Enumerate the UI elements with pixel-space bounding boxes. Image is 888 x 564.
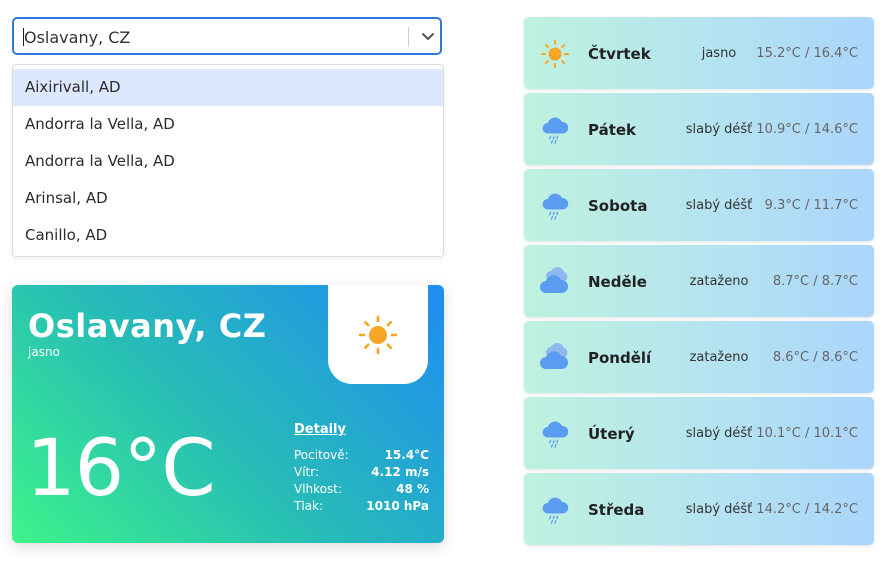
city-options-dropdown: Aixirivall, AD Andorra la Vella, AD Ando… xyxy=(12,64,444,257)
forecast-day: Pondělí zataženo 8.6°C / 8.6°C xyxy=(524,321,874,393)
forecast-day-name: Středa xyxy=(588,501,645,519)
forecast-temperature-range: 15.2°C / 16.4°C xyxy=(756,46,858,61)
detail-row-wind: Vítr: 4.12 m/s xyxy=(294,464,429,481)
city-search-input[interactable]: Oslavany, CZ xyxy=(24,28,130,47)
forecast-description: slabý déšť xyxy=(685,198,753,213)
forecast-day-name: Pátek xyxy=(588,121,637,139)
current-description: jasno xyxy=(28,345,60,359)
detail-row-feels-like: Pocitově: 15.4°C xyxy=(294,447,429,464)
city-option[interactable]: Canillo, AD xyxy=(13,217,443,254)
forecast-day-name: Pondělí xyxy=(588,349,652,367)
forecast-day: Pátek slabý déšť 10.9°C / 14.6°C xyxy=(524,93,874,165)
sun-icon xyxy=(541,40,569,68)
detail-label: Vítr: xyxy=(294,465,320,479)
current-weather-card: Oslavany, CZ jasno 16°C Detaily Pocitově… xyxy=(12,285,444,543)
current-icon-box xyxy=(328,285,428,384)
forecast-day-name: Neděle xyxy=(588,273,647,291)
forecast-temperature-range: 9.3°C / 11.7°C xyxy=(764,198,858,213)
chevron-down-icon[interactable] xyxy=(417,25,439,49)
current-temperature: 16°C xyxy=(26,424,216,514)
details-panel: Detaily Pocitově: 15.4°C Vítr: 4.12 m/s … xyxy=(294,422,429,515)
detail-value: 1010 hPa xyxy=(366,499,429,513)
forecast-day: Úterý slabý déšť 10.1°C / 10.1°C xyxy=(524,397,874,469)
forecast-temperature-range: 10.9°C / 14.6°C xyxy=(756,122,858,137)
current-city-title: Oslavany, CZ xyxy=(28,307,267,345)
forecast-temperature-range: 14.2°C / 14.2°C xyxy=(756,502,858,517)
forecast-day-name: Sobota xyxy=(588,197,648,215)
overcast-cloud-icon xyxy=(540,267,569,293)
forecast-day: Čtvrtek jasno 15.2°C / 16.4°C xyxy=(524,17,874,89)
forecast-list: Čtvrtek jasno 15.2°C / 16.4°C Pátek slab… xyxy=(524,17,874,549)
city-option[interactable]: Arinsal, AD xyxy=(13,180,443,217)
forecast-description: zataženo xyxy=(689,350,749,365)
select-separator xyxy=(408,27,409,47)
forecast-day: Středa slabý déšť 14.2°C / 14.2°C xyxy=(524,473,874,545)
city-option[interactable]: Aixirivall, AD xyxy=(13,69,443,106)
forecast-temperature-range: 8.7°C / 8.7°C xyxy=(772,274,858,289)
detail-row-humidity: Vlhkost: 48 % xyxy=(294,481,429,498)
forecast-day-name: Úterý xyxy=(588,425,635,443)
detail-value: 15.4°C xyxy=(384,448,429,462)
city-option[interactable]: Andorra la Vella, AD xyxy=(13,106,443,143)
rain-cloud-icon xyxy=(542,421,569,448)
forecast-day-name: Čtvrtek xyxy=(588,45,651,63)
overcast-cloud-icon xyxy=(540,343,569,369)
details-title: Detaily xyxy=(294,422,346,437)
rain-cloud-icon xyxy=(542,117,569,144)
forecast-temperature-range: 10.1°C / 10.1°C xyxy=(756,426,858,441)
detail-value: 4.12 m/s xyxy=(371,465,429,479)
detail-value: 48 % xyxy=(396,482,429,496)
city-search-select[interactable]: Oslavany, CZ xyxy=(12,17,442,55)
sun-icon xyxy=(358,315,398,354)
forecast-day: Sobota slabý déšť 9.3°C / 11.7°C xyxy=(524,169,874,241)
rain-cloud-icon xyxy=(542,497,569,524)
detail-label: Tlak: xyxy=(294,499,324,513)
forecast-description: zataženo xyxy=(689,274,749,289)
city-option[interactable]: Andorra la Vella, AD xyxy=(13,143,443,180)
forecast-temperature-range: 8.6°C / 8.6°C xyxy=(772,350,858,365)
forecast-day: Neděle zataženo 8.7°C / 8.7°C xyxy=(524,245,874,317)
detail-label: Vlhkost: xyxy=(294,482,343,496)
detail-row-pressure: Tlak: 1010 hPa xyxy=(294,498,429,515)
detail-label: Pocitově: xyxy=(294,448,349,462)
rain-cloud-icon xyxy=(542,193,569,220)
